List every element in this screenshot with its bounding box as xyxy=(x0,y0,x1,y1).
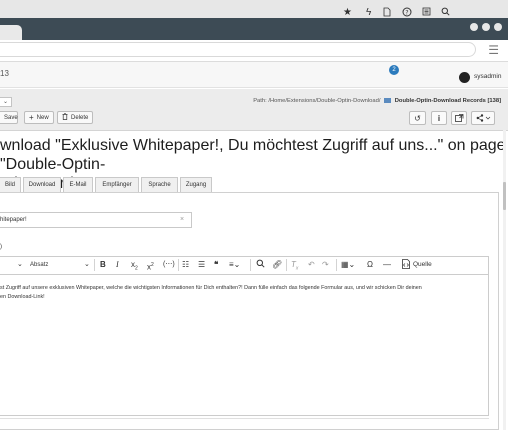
editor-line: st Zugriff auf unsere exklusiven Whitepa… xyxy=(0,285,422,291)
address-bar[interactable] xyxy=(0,42,476,57)
page-title-line1: wnload "Exklusive Whitepaper!, Du möchte… xyxy=(0,137,506,173)
tab-download[interactable]: Download xyxy=(23,177,61,192)
source-button[interactable]: Quelle xyxy=(413,259,432,271)
divider xyxy=(178,259,179,271)
tab-sprache[interactable]: Sprache xyxy=(141,177,178,192)
share-icon[interactable] xyxy=(471,111,495,125)
search-icon[interactable] xyxy=(441,7,450,20)
editor-line: en Download-Link! xyxy=(0,294,45,300)
divider xyxy=(250,259,251,271)
new-button[interactable]: + New xyxy=(24,111,54,124)
info-icon[interactable]: i xyxy=(431,111,447,125)
horizontal-line-icon[interactable]: — xyxy=(383,259,391,271)
new-label: New xyxy=(36,114,49,121)
divider xyxy=(94,259,95,271)
chevron-down-icon[interactable]: ⌄ xyxy=(84,259,90,271)
save-button[interactable]: Save xyxy=(0,111,18,124)
tab-empfaenger[interactable]: Empfänger xyxy=(95,177,139,192)
divider xyxy=(0,418,489,419)
italic-icon[interactable]: I xyxy=(116,259,119,271)
scrollbar-thumb[interactable] xyxy=(503,182,506,210)
scrollbar[interactable] xyxy=(503,130,506,430)
hamburger-icon[interactable]: ☰ xyxy=(488,43,499,57)
table-icon[interactable]: ▦⌄ xyxy=(341,259,355,271)
align-icon[interactable]: ≡⌄ xyxy=(229,259,240,271)
breadcrumb-record: Double-Optin-Download Records [138] xyxy=(394,98,501,105)
browser-tab[interactable] xyxy=(0,25,22,40)
breadcrumb-path: Path: /Home/Extensions/Double-Optin-Down… xyxy=(253,98,381,105)
close-icon[interactable]: × xyxy=(180,216,184,223)
superscript-icon[interactable]: x2 xyxy=(147,259,154,274)
special-char-icon[interactable]: Ω xyxy=(367,259,373,271)
bold-icon[interactable]: B xyxy=(100,259,106,271)
divider xyxy=(336,259,337,271)
history-icon[interactable]: ↺ xyxy=(409,111,426,125)
tab-zugang[interactable]: Zugang xyxy=(180,177,212,192)
title-input[interactable]: hitepaper! xyxy=(0,212,192,228)
editor-content[interactable]: st Zugriff auf unsere exklusiven Whitepa… xyxy=(0,284,480,302)
code-icon[interactable]: (⋯) xyxy=(163,259,175,271)
window-controls xyxy=(470,23,502,31)
window-dot[interactable] xyxy=(470,23,478,31)
remove-format-icon[interactable]: Tx xyxy=(291,259,298,275)
window-dot[interactable] xyxy=(494,23,502,31)
tab-email[interactable]: E-Mail xyxy=(63,177,93,192)
trash-icon xyxy=(62,113,68,122)
notification-badge: 2 xyxy=(389,65,399,75)
svg-text:?: ? xyxy=(405,9,408,16)
blockquote-icon[interactable]: ❝ xyxy=(214,259,218,271)
undo-icon[interactable]: ↶ xyxy=(308,259,315,271)
topbar: 13 xyxy=(0,62,508,88)
help-icon[interactable]: ? xyxy=(402,7,412,21)
plus-icon: + xyxy=(29,113,34,122)
record-icon xyxy=(384,98,392,103)
divider xyxy=(286,259,287,271)
save-label: Save xyxy=(4,114,18,121)
window-dot[interactable] xyxy=(482,23,490,31)
document-icon[interactable] xyxy=(383,7,391,21)
username[interactable]: sysadmin xyxy=(474,73,501,80)
format-select[interactable]: Absatz xyxy=(30,259,48,271)
chevron-down-icon[interactable]: ⌄ xyxy=(17,259,23,271)
bulleted-list-icon[interactable]: ☷ xyxy=(182,259,189,271)
breadcrumb: Path: /Home/Extensions/Double-Optin-Down… xyxy=(253,98,501,104)
open-new-window-icon[interactable] xyxy=(451,111,467,125)
source-icon[interactable] xyxy=(401,259,411,273)
browser-tabstrip xyxy=(0,18,508,40)
tab-bild[interactable]: Bild xyxy=(0,177,21,192)
find-replace-icon[interactable] xyxy=(256,259,265,272)
list-icon[interactable] xyxy=(422,7,431,20)
tab-bar: Bild Download E-Mail Empfänger Sprache Z… xyxy=(0,177,212,192)
delete-button[interactable]: Delete xyxy=(57,111,94,124)
chevron-down-icon[interactable]: ⌄ xyxy=(0,97,12,107)
avatar-icon[interactable] xyxy=(459,72,470,83)
star-icon[interactable]: ★ xyxy=(343,7,352,19)
bolt-icon[interactable]: ϟ xyxy=(366,7,371,19)
subscript-icon[interactable]: x2 xyxy=(131,259,138,275)
delete-label: Delete xyxy=(71,114,89,121)
topbar-number: 13 xyxy=(0,69,9,78)
redo-icon[interactable]: ↷ xyxy=(322,259,329,271)
field-label: ) xyxy=(0,244,2,250)
numbered-list-icon[interactable]: ☰ xyxy=(198,259,205,271)
link-icon[interactable]: 🔗︎ xyxy=(272,259,282,271)
